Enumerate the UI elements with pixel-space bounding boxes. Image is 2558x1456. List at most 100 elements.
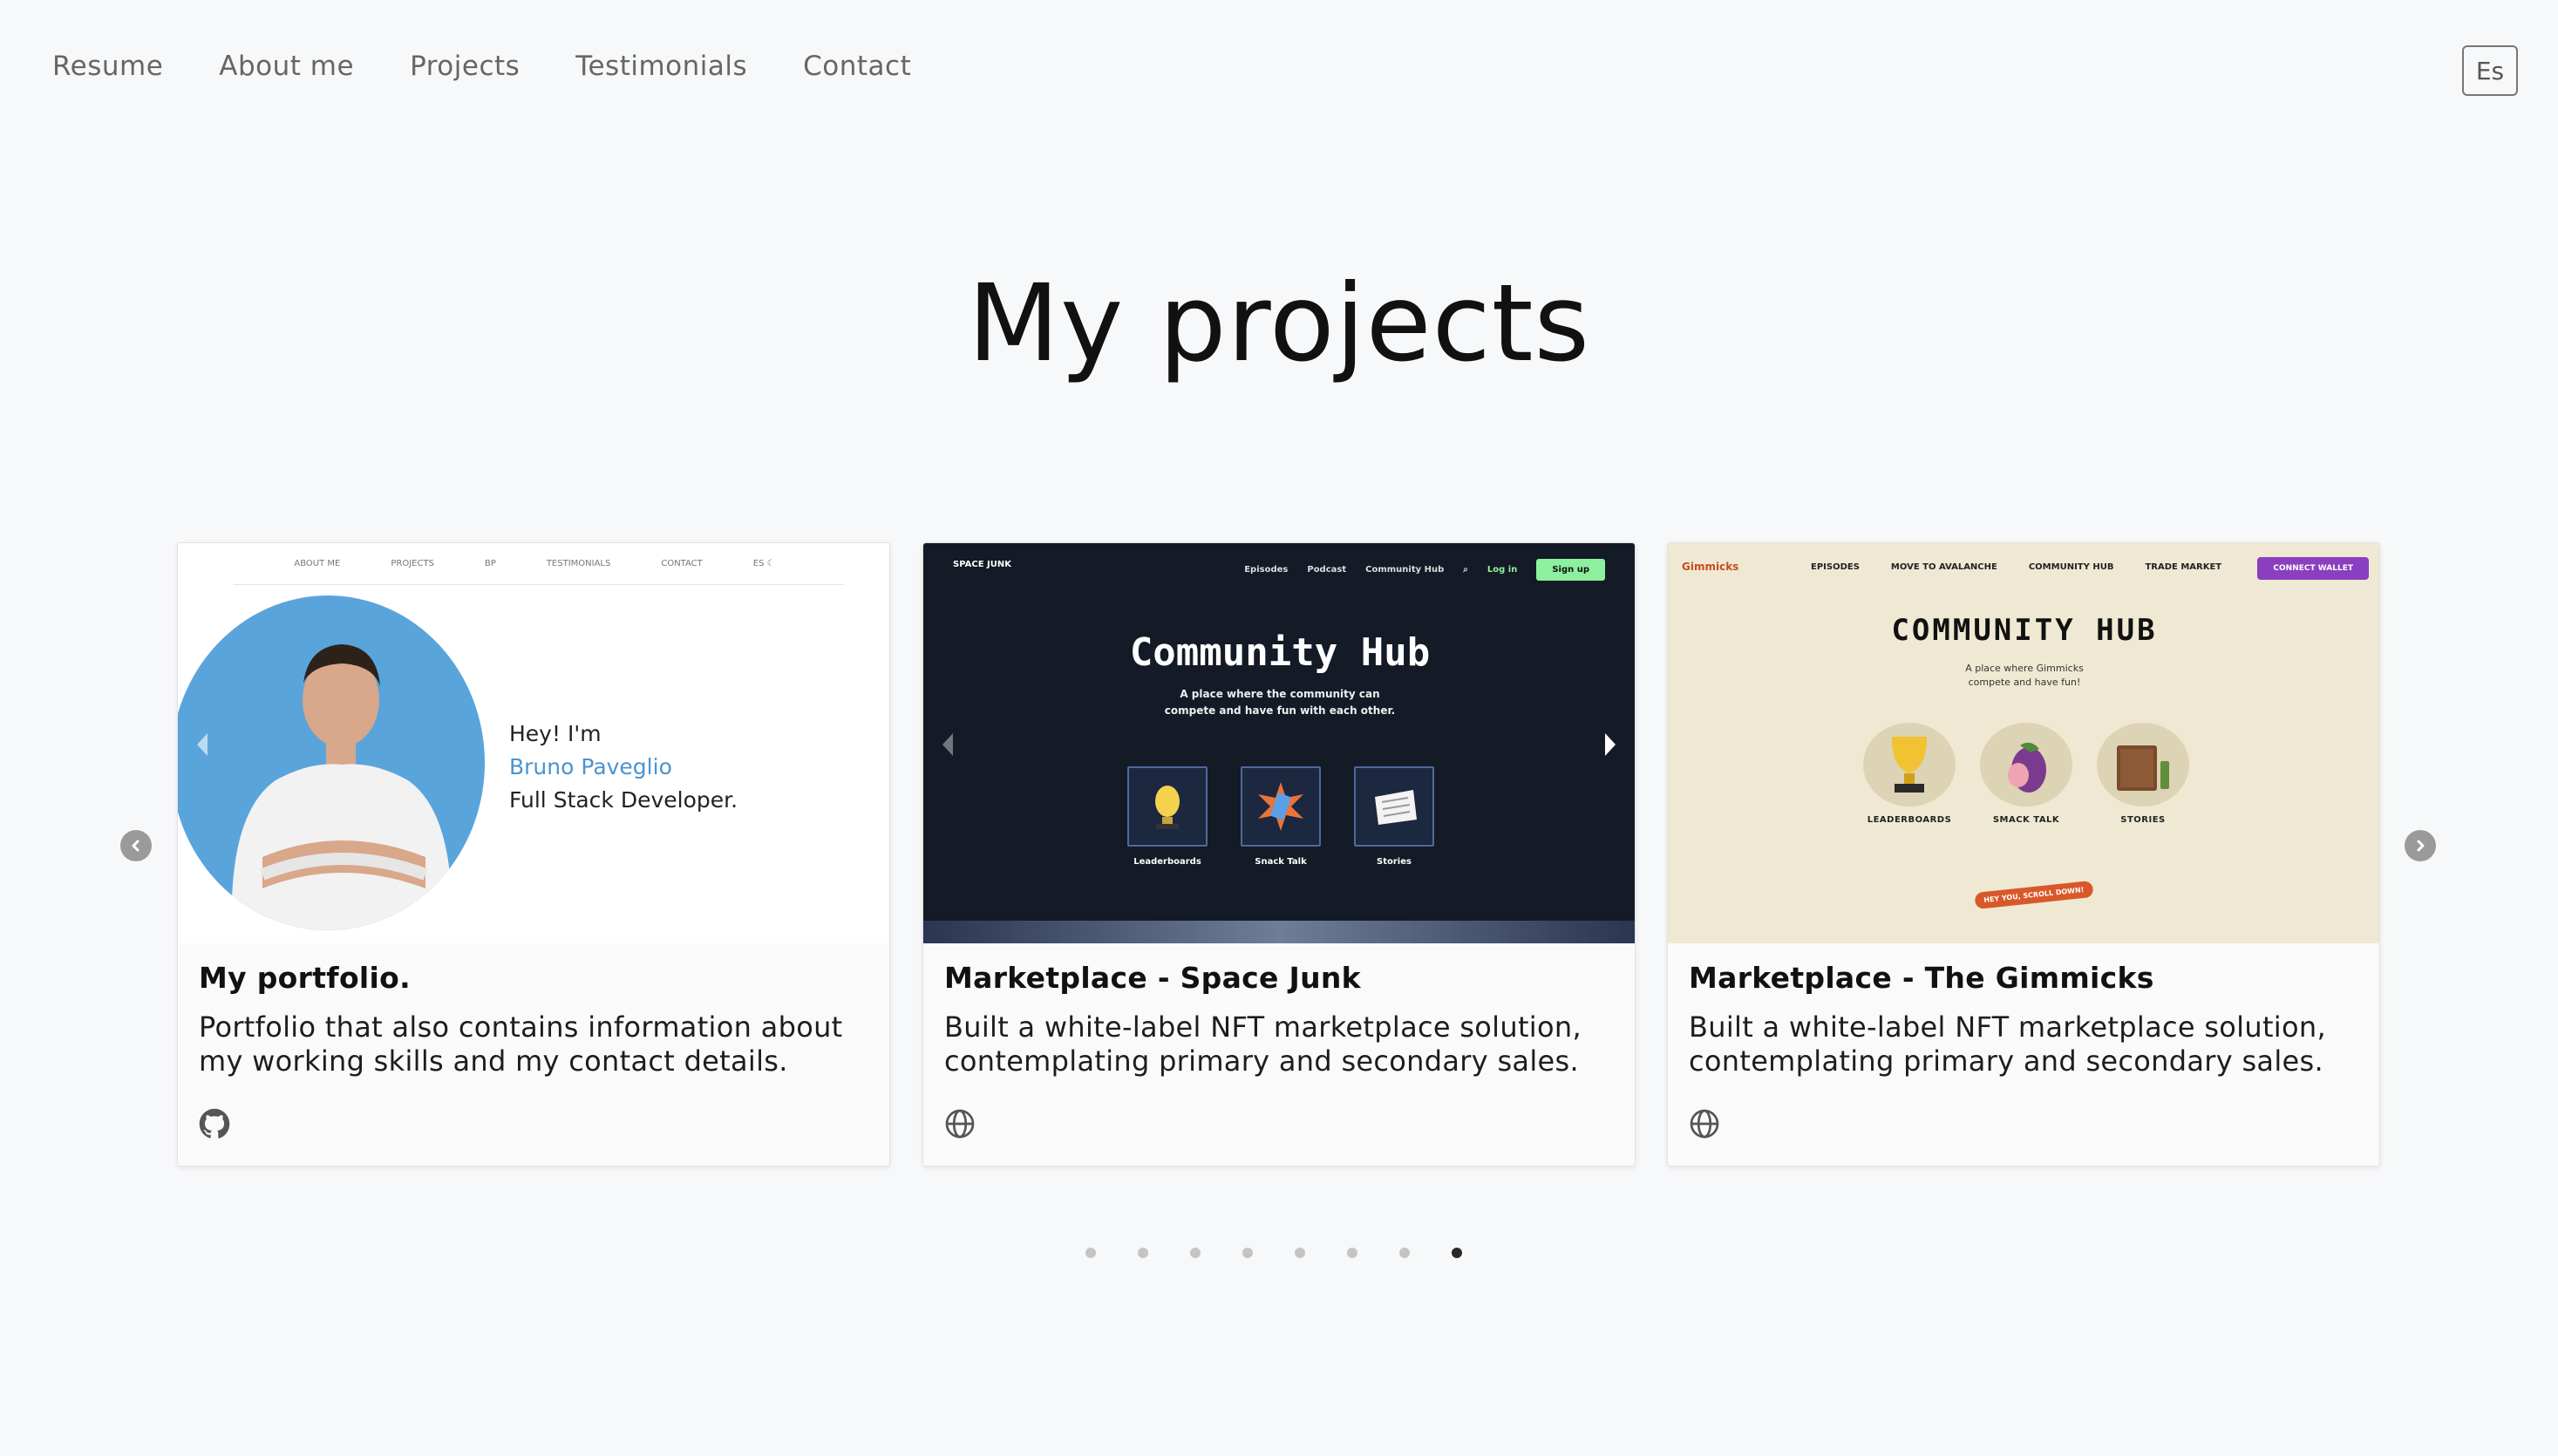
carousel-dot[interactable] bbox=[1452, 1248, 1462, 1258]
carousel-dot[interactable] bbox=[1399, 1248, 1410, 1258]
preview-subtitle-line: A place where Gimmicks bbox=[1965, 663, 2084, 674]
preview-tile: STORIES bbox=[2097, 723, 2189, 825]
preview-tile: LEADERBOARDS bbox=[1863, 723, 1956, 825]
preview-role: Full Stack Developer. bbox=[509, 787, 738, 813]
preview-nav-item: Community Hub bbox=[1365, 565, 1445, 575]
carousel-next-button[interactable] bbox=[2405, 830, 2436, 861]
project-card-gimmicks[interactable]: Gimmicks EPISODES MOVE TO AVALANCHE COMM… bbox=[1667, 542, 2380, 1167]
chevron-right-icon bbox=[2417, 840, 2425, 852]
preview-tile-label: Stories bbox=[1377, 857, 1412, 867]
preview-hero-text: Hey! I'm Bruno Paveglio Full Stack Devel… bbox=[509, 718, 738, 817]
preview-subtitle-line: compete and have fun! bbox=[1968, 677, 2081, 688]
preview-subtitle: A place where Gimmicks compete and have … bbox=[1668, 662, 2379, 690]
preview-nav-item: COMMUNITY HUB bbox=[2028, 562, 2114, 572]
preview-nav-item: PROJECTS bbox=[391, 559, 434, 568]
preview-nav-item: MOVE TO AVALANCHE bbox=[1890, 562, 1997, 572]
preview-chevron-right-icon bbox=[1605, 733, 1616, 756]
github-icon[interactable] bbox=[199, 1108, 230, 1140]
preview-subtitle-line: A place where the community can bbox=[1180, 688, 1380, 700]
preview-greeting: Hey! I'm bbox=[509, 721, 602, 746]
preview-tile-label: Snack Talk bbox=[1255, 857, 1307, 867]
language-toggle-button[interactable]: Es bbox=[2462, 45, 2518, 96]
preview-title: Community Hub bbox=[1129, 630, 1431, 675]
preview-nav: EPISODES MOVE TO AVALANCHE COMMUNITY HUB… bbox=[1811, 562, 2221, 572]
preview-nav-item: TESTIMONIALS bbox=[546, 559, 611, 568]
preview-nav-item: TRADE MARKET bbox=[2145, 562, 2222, 572]
paper-icon bbox=[1354, 766, 1434, 847]
preview-tile: Stories bbox=[1354, 766, 1434, 867]
card-title: My portfolio. bbox=[199, 961, 411, 995]
preview-tile-label: LEADERBOARDS bbox=[1867, 815, 1952, 825]
carousel-dot[interactable] bbox=[1085, 1248, 1096, 1258]
chevron-left-icon bbox=[132, 840, 139, 852]
nav-testimonials[interactable]: Testimonials bbox=[575, 51, 747, 82]
carousel-dot[interactable] bbox=[1138, 1248, 1148, 1258]
phone-burst-icon bbox=[1241, 766, 1321, 847]
project-preview-image: SPACE JUNK Episodes Podcast Community Hu… bbox=[923, 543, 1635, 943]
preview-nav: ABOUT ME PROJECTS BP TESTIMONIALS CONTAC… bbox=[178, 559, 889, 568]
preview-nav-item: ABOUT ME bbox=[294, 559, 341, 568]
avatar bbox=[178, 595, 485, 930]
preview-chevron-left-icon bbox=[197, 733, 207, 756]
card-title: Marketplace - Space Junk bbox=[944, 961, 1361, 995]
eggplant-icon bbox=[1980, 723, 2072, 806]
preview-nav-item: ES ☾ bbox=[752, 559, 775, 568]
nav-projects[interactable]: Projects bbox=[410, 51, 520, 82]
preview-login: Log in bbox=[1486, 565, 1518, 575]
nav-resume[interactable]: Resume bbox=[52, 51, 163, 82]
preview-signup: Sign up bbox=[1536, 559, 1605, 581]
preview-title: COMMUNITY HUB bbox=[1891, 613, 2158, 648]
nav-about-me[interactable]: About me bbox=[219, 51, 354, 82]
preview-tile-label: STORIES bbox=[2120, 815, 2166, 825]
carousel-dots bbox=[1085, 1248, 1462, 1258]
preview-nav-item: Episodes bbox=[1244, 565, 1289, 575]
preview-name: Bruno Paveglio bbox=[509, 754, 672, 779]
globe-icon[interactable] bbox=[944, 1108, 976, 1140]
preview-nav-item: Podcast bbox=[1307, 565, 1347, 575]
project-card-space-junk[interactable]: SPACE JUNK Episodes Podcast Community Hu… bbox=[922, 542, 1636, 1167]
preview-nav-item: BP bbox=[484, 559, 496, 568]
page-title: My projects bbox=[967, 262, 1591, 385]
book-icon bbox=[2097, 723, 2189, 806]
preview-subtitle: A place where the community can compete … bbox=[923, 686, 1635, 719]
project-preview-image: ABOUT ME PROJECTS BP TESTIMONIALS CONTAC… bbox=[178, 543, 889, 943]
preview-tiles: Leaderboards Snack Talk Stories bbox=[1127, 766, 1434, 867]
preview-divider bbox=[234, 584, 844, 585]
preview-tile: Leaderboards bbox=[1127, 766, 1208, 867]
card-description: Built a white-label NFT marketplace solu… bbox=[944, 1010, 1582, 1078]
card-description: Portfolio that also contains information… bbox=[199, 1010, 843, 1078]
preview-nav-item: CONTACT bbox=[661, 559, 703, 568]
card-description: Built a white-label NFT marketplace solu… bbox=[1689, 1010, 2326, 1078]
project-card-portfolio[interactable]: ABOUT ME PROJECTS BP TESTIMONIALS CONTAC… bbox=[177, 542, 890, 1167]
carousel-dot[interactable] bbox=[1347, 1248, 1357, 1258]
trophy-icon bbox=[1863, 723, 1956, 806]
person-photo-icon bbox=[231, 644, 452, 930]
preview-tile-label: SMACK TALK bbox=[1992, 815, 2060, 825]
preview-scroll-tag: HEY YOU, SCROLL DOWN! bbox=[1974, 880, 2094, 910]
card-body: My portfolio. Portfolio that also contai… bbox=[178, 943, 889, 1166]
preview-logo: Gimmicks bbox=[1682, 561, 1739, 573]
preview-search-icon: ⌕ bbox=[1463, 565, 1468, 575]
card-body: Marketplace - Space Junk Built a white-l… bbox=[923, 943, 1635, 1166]
card-title: Marketplace - The Gimmicks bbox=[1689, 961, 2154, 995]
carousel-dot[interactable] bbox=[1295, 1248, 1305, 1258]
preview-tile: SMACK TALK bbox=[1980, 723, 2072, 825]
preview-chevron-left-icon bbox=[942, 733, 953, 756]
preview-connect-wallet: CONNECT WALLET bbox=[2257, 557, 2369, 580]
preview-logo: SPACE JUNK bbox=[953, 560, 1011, 569]
card-body: Marketplace - The Gimmicks Built a white… bbox=[1668, 943, 2379, 1166]
preview-tile: Snack Talk bbox=[1241, 766, 1321, 867]
preview-subtitle-line: compete and have fun with each other. bbox=[1164, 704, 1396, 717]
carousel-dot[interactable] bbox=[1190, 1248, 1201, 1258]
project-preview-image: Gimmicks EPISODES MOVE TO AVALANCHE COMM… bbox=[1668, 543, 2379, 943]
preview-floor bbox=[923, 921, 1635, 943]
globe-icon[interactable] bbox=[1689, 1108, 1720, 1140]
trophy-icon bbox=[1127, 766, 1208, 847]
preview-tiles: LEADERBOARDS SMACK TALK STORIES bbox=[1863, 723, 2189, 825]
preview-tile-label: Leaderboards bbox=[1133, 857, 1201, 867]
top-nav: Resume About me Projects Testimonials Co… bbox=[52, 51, 967, 82]
carousel-prev-button[interactable] bbox=[120, 830, 152, 861]
carousel-dot[interactable] bbox=[1242, 1248, 1253, 1258]
preview-nav: Episodes Podcast Community Hub ⌕ Log in … bbox=[1244, 559, 1605, 581]
nav-contact[interactable]: Contact bbox=[803, 51, 911, 82]
